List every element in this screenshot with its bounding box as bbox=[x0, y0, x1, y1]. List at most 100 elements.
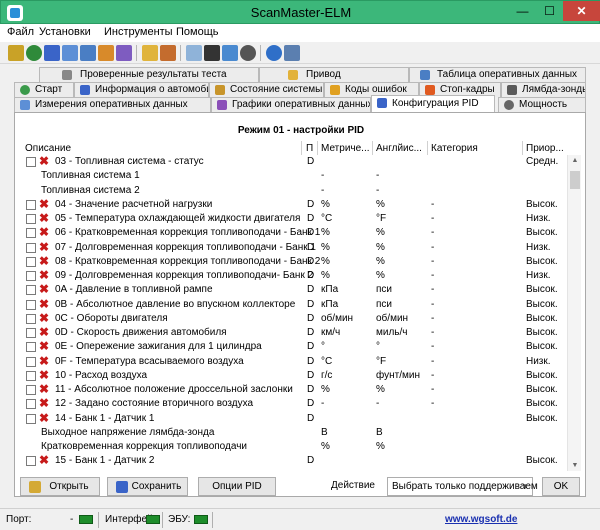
table-row[interactable]: ✖ 04 - Значение расчетной нагрузки D%% - Выс… bbox=[23, 197, 563, 212]
row-metric-unit: - bbox=[321, 398, 325, 410]
table-row[interactable]: ✖ 03 - Топливная система - статус D Средн. bbox=[23, 155, 563, 169]
website-link[interactable]: www.wgsoft.de bbox=[445, 514, 517, 525]
table-row[interactable]: ✖ 0F - Температура всасываемого воздуха D °… bbox=[23, 354, 563, 369]
connect-icon[interactable] bbox=[8, 45, 24, 61]
scroll-up-icon[interactable]: ▲ bbox=[571, 157, 579, 164]
tab-power[interactable]: Мощность bbox=[498, 97, 586, 112]
grid-icon[interactable] bbox=[62, 45, 78, 61]
column-header-priority[interactable]: Приор... bbox=[526, 143, 564, 154]
tab-test-results[interactable]: Проверенные результаты теста bbox=[39, 67, 259, 82]
column-header-metric[interactable]: Метриче... bbox=[321, 143, 370, 154]
tab-vehicle-info[interactable]: Информация о автомобиле bbox=[74, 82, 209, 97]
row-checkbox[interactable] bbox=[26, 157, 36, 167]
table-row[interactable]: ✖ 0D - Скорость движения автомобиля Dкм/ч м… bbox=[23, 325, 563, 340]
table-row[interactable]: ✖ 0A - Давление в топливной рампе DкПа пси -… bbox=[23, 282, 563, 297]
table-row[interactable]: ✖ 05 - Температура охлаждающей жидкости д… bbox=[23, 211, 563, 226]
tab-lambda-sensors[interactable]: Лямбда-зонды bbox=[501, 82, 586, 97]
table-row[interactable]: ✖ 0C - Обороты двигателя Dоб/мин об/мин - Выс… bbox=[23, 311, 563, 326]
table-row[interactable]: ✖ 06 - Кратковременная коррекция топливоп… bbox=[23, 225, 563, 240]
info-vehicle-icon[interactable] bbox=[44, 45, 60, 61]
tab-live-data-graphs[interactable]: Графики оперативных данных bbox=[211, 97, 371, 112]
column-header-description[interactable]: Описание bbox=[25, 143, 71, 154]
table-row[interactable]: ✖ 15 - Банк 1 - Датчик 2 D Высок. bbox=[23, 453, 563, 468]
row-checkbox[interactable] bbox=[26, 399, 36, 410]
row-english-unit: - bbox=[376, 184, 380, 196]
row-checkbox[interactable] bbox=[26, 370, 36, 381]
row-checkbox[interactable] bbox=[26, 385, 36, 395]
tab-label: Графики оперативных данных bbox=[232, 99, 371, 110]
column-header-p[interactable]: П bbox=[306, 143, 313, 154]
table-row[interactable]: ✖ 0B - Абсолютное давление во впускном ко… bbox=[23, 297, 563, 312]
scroll-down-icon[interactable]: ▼ bbox=[571, 462, 579, 469]
ok-button-label: OK bbox=[553, 481, 569, 492]
table-row[interactable]: Топливная система 2 - - bbox=[23, 184, 563, 198]
table-row[interactable]: ✖ 0E - Опережение зажигания для 1 цилиндр… bbox=[23, 339, 563, 354]
row-checkbox[interactable] bbox=[26, 413, 36, 424]
table-row[interactable]: ✖ 12 - Задано состояние вторичного воздух… bbox=[23, 396, 563, 411]
row-checkbox[interactable] bbox=[26, 271, 36, 281]
row-description: Выходное напряжение лямбда-зонда bbox=[41, 426, 215, 438]
row-checkbox[interactable] bbox=[26, 256, 36, 267]
coin-icon[interactable] bbox=[142, 45, 158, 61]
monitor-icon[interactable] bbox=[222, 45, 238, 61]
menu-help[interactable]: Помощь bbox=[176, 26, 219, 38]
sensor-icon bbox=[507, 85, 517, 95]
document-icon[interactable] bbox=[160, 45, 176, 61]
row-checkbox[interactable] bbox=[26, 199, 36, 210]
row-checkbox[interactable] bbox=[26, 313, 36, 324]
save-button[interactable]: Сохранить bbox=[107, 477, 188, 496]
row-category: - bbox=[431, 327, 435, 338]
row-checkbox[interactable] bbox=[26, 228, 36, 239]
table-row[interactable]: ✖ 08 - Кратковременная коррекция топливоп… bbox=[23, 254, 563, 269]
vertical-scrollbar[interactable]: ▲ ▼ bbox=[567, 155, 581, 471]
about-icon[interactable] bbox=[266, 45, 282, 61]
row-checkbox[interactable] bbox=[26, 328, 36, 338]
layers-icon[interactable] bbox=[116, 45, 132, 61]
tab-live-data-table[interactable]: Таблица оперативных данных bbox=[409, 67, 586, 82]
toolbar-separator bbox=[136, 45, 137, 61]
globe-icon[interactable] bbox=[26, 45, 42, 61]
menu-tools[interactable]: Инструменты bbox=[104, 26, 173, 38]
tab-pid-config[interactable]: Конфигурация PID bbox=[371, 95, 495, 112]
row-p: D bbox=[307, 255, 315, 267]
row-checkbox[interactable] bbox=[26, 356, 36, 367]
ok-button[interactable]: OK bbox=[542, 477, 580, 496]
column-header-category[interactable]: Категория bbox=[431, 143, 478, 154]
table-row[interactable]: ✖ 09 - Долговременная коррекция топливопо… bbox=[23, 268, 563, 283]
row-checkbox[interactable] bbox=[26, 456, 36, 467]
tab-start[interactable]: Старт bbox=[14, 82, 74, 97]
table-row[interactable]: ✖ 14 - Банк 1 - Датчик 1 D Высок. bbox=[23, 411, 563, 426]
table-row[interactable]: Топливная система 1 - - bbox=[23, 169, 563, 183]
row-checkbox[interactable] bbox=[26, 299, 36, 310]
close-button[interactable]: ✕ bbox=[563, 1, 600, 21]
table-row[interactable]: ✖ 10 - Расход воздуха Dг/с фунт/мин - Высок. bbox=[23, 368, 563, 383]
stop-icon[interactable] bbox=[240, 45, 256, 61]
interface-led-icon bbox=[146, 515, 160, 524]
terminal-icon[interactable] bbox=[204, 45, 220, 61]
title-bar[interactable]: ScanMaster-ELM — ☐ ✕ bbox=[0, 0, 600, 24]
action-select[interactable]: Выбрать только поддерживаем ▼ bbox=[387, 477, 538, 496]
row-checkbox[interactable] bbox=[26, 285, 36, 296]
table-row[interactable]: ✖ 07 - Долговременная коррекция топливопо… bbox=[23, 240, 563, 255]
row-checkbox[interactable] bbox=[26, 342, 36, 353]
comment-icon[interactable] bbox=[186, 45, 202, 61]
table-row[interactable]: Кратковременная коррекция топливоподачи%… bbox=[23, 440, 563, 454]
minimize-button[interactable]: — bbox=[509, 1, 536, 21]
table-row[interactable]: Выходное напряжение лямбда-зонда В В bbox=[23, 426, 563, 440]
tab-live-data-measurements[interactable]: Измерения оперативных данных bbox=[14, 97, 211, 112]
help-icon[interactable] bbox=[284, 45, 300, 61]
chart-icon[interactable] bbox=[98, 45, 114, 61]
column-header-english[interactable]: Англйис... bbox=[376, 143, 422, 154]
scroll-thumb[interactable] bbox=[570, 171, 580, 189]
menu-settings[interactable]: Установки bbox=[39, 26, 91, 38]
row-checkbox[interactable] bbox=[26, 242, 36, 253]
row-checkbox[interactable] bbox=[26, 214, 36, 224]
pid-options-button[interactable]: Опции PID bbox=[198, 477, 276, 496]
menu-file[interactable]: Файл bbox=[7, 26, 34, 38]
open-button[interactable]: Открыть bbox=[20, 477, 100, 496]
maximize-button[interactable]: ☐ bbox=[536, 1, 563, 21]
tab-drive[interactable]: Привод bbox=[259, 67, 409, 82]
table-row[interactable]: ✖ 11 - Абсолютное положение дроссельной з… bbox=[23, 382, 563, 397]
tab-system-status[interactable]: Состояние системы bbox=[209, 82, 324, 97]
table-icon[interactable] bbox=[80, 45, 96, 61]
